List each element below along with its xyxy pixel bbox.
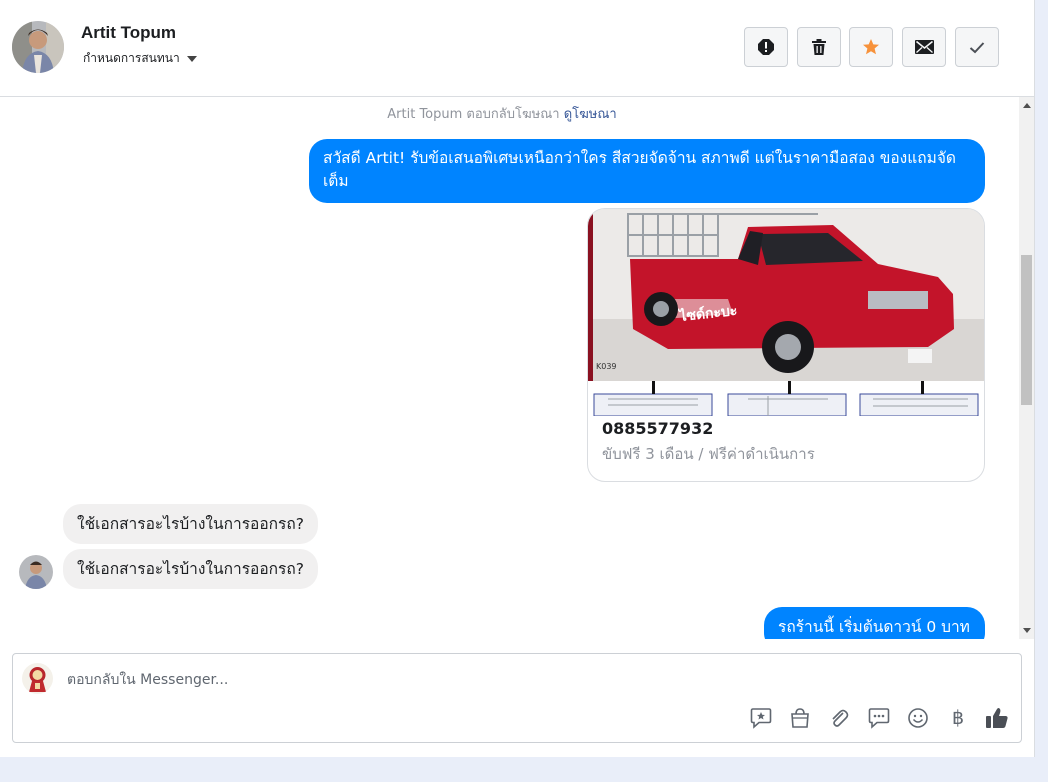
mark-spam-button[interactable] <box>744 27 788 67</box>
delete-button[interactable] <box>797 27 841 67</box>
emoji-icon <box>908 708 928 728</box>
ad-card[interactable]: ไซด์กะบะ K039 0885577932 ขับฟรี 3 เดือน … <box>587 208 985 482</box>
incoming-message: ใช้เอกสารอะไรบ้างในการออกรถ? <box>63 504 318 544</box>
saved-replies-button[interactable] <box>867 706 891 730</box>
like-button[interactable] <box>985 706 1009 730</box>
envelope-icon <box>914 40 934 54</box>
saved-reply-icon <box>868 708 890 729</box>
car-ad-image: ไซด์กะบะ K039 <box>588 209 984 416</box>
messenger-panel: Artit Topum กำหนดการสนทนา Artit Topum ตอ… <box>0 0 1035 757</box>
attachment-icon <box>832 709 849 727</box>
reply-composer: ฿ <box>12 653 1022 743</box>
outgoing-message: สวัสดี Artit! รับข้อเสนอพิเศษเหนือกว่าใค… <box>309 139 985 203</box>
trash-icon <box>812 39 826 55</box>
emoji-button[interactable] <box>906 706 930 730</box>
view-ad-link[interactable]: ดูโฆษณา <box>564 107 617 122</box>
check-icon <box>969 41 985 53</box>
incoming-message: ใช้เอกสารอะไรบ้างในการออกรถ? <box>63 549 318 589</box>
shop-icon <box>791 708 809 728</box>
star-icon <box>863 39 879 55</box>
caret-down-icon <box>186 55 197 62</box>
thread-scrollbar[interactable] <box>1019 97 1034 639</box>
baht-icon[interactable]: ฿ <box>946 706 970 730</box>
sender-avatar <box>19 555 53 589</box>
stock-code-text: K039 <box>596 362 617 371</box>
sticker-button[interactable] <box>749 706 773 730</box>
ad-card-title: 0885577932 <box>602 419 714 438</box>
alert-icon <box>758 39 774 55</box>
conversation-settings-dropdown[interactable]: กำหนดการสนทนา <box>83 49 197 68</box>
scroll-up-arrow-icon[interactable] <box>1023 103 1031 108</box>
shop-button[interactable] <box>788 706 812 730</box>
conversation-settings-label: กำหนดการสนทนา <box>83 51 180 65</box>
contact-avatar[interactable] <box>12 21 64 73</box>
thumbs-up-icon <box>986 708 1008 728</box>
conversation-header: Artit Topum กำหนดการสนทนา <box>0 0 1034 97</box>
mark-done-button[interactable] <box>955 27 999 67</box>
message-thread[interactable]: Artit Topum ตอบกลับโฆษณา ดูโฆษณา สวัสดี … <box>0 97 1018 639</box>
ad-reply-notice: Artit Topum ตอบกลับโฆษณา ดูโฆษณา <box>0 103 1004 124</box>
mark-unread-button[interactable] <box>902 27 946 67</box>
attach-button[interactable] <box>827 706 851 730</box>
window-edge <box>1035 0 1048 782</box>
ad-card-subtitle: ขับฟรี 3 เดือน / ฟรีค่าดำเนินการ <box>602 445 815 463</box>
ad-reply-text: Artit Topum ตอบกลับโฆษณา <box>387 107 560 122</box>
scrollbar-thumb[interactable] <box>1021 255 1032 405</box>
sticker-icon <box>750 708 772 729</box>
scroll-down-arrow-icon[interactable] <box>1023 628 1031 633</box>
page-avatar <box>22 663 53 694</box>
star-button[interactable] <box>849 27 893 67</box>
reply-input[interactable] <box>67 669 967 691</box>
outgoing-message: รถร้านนี้ เริ่มต้นดาวน์ 0 บาท <box>764 607 985 639</box>
contact-name[interactable]: Artit Topum <box>81 23 176 43</box>
